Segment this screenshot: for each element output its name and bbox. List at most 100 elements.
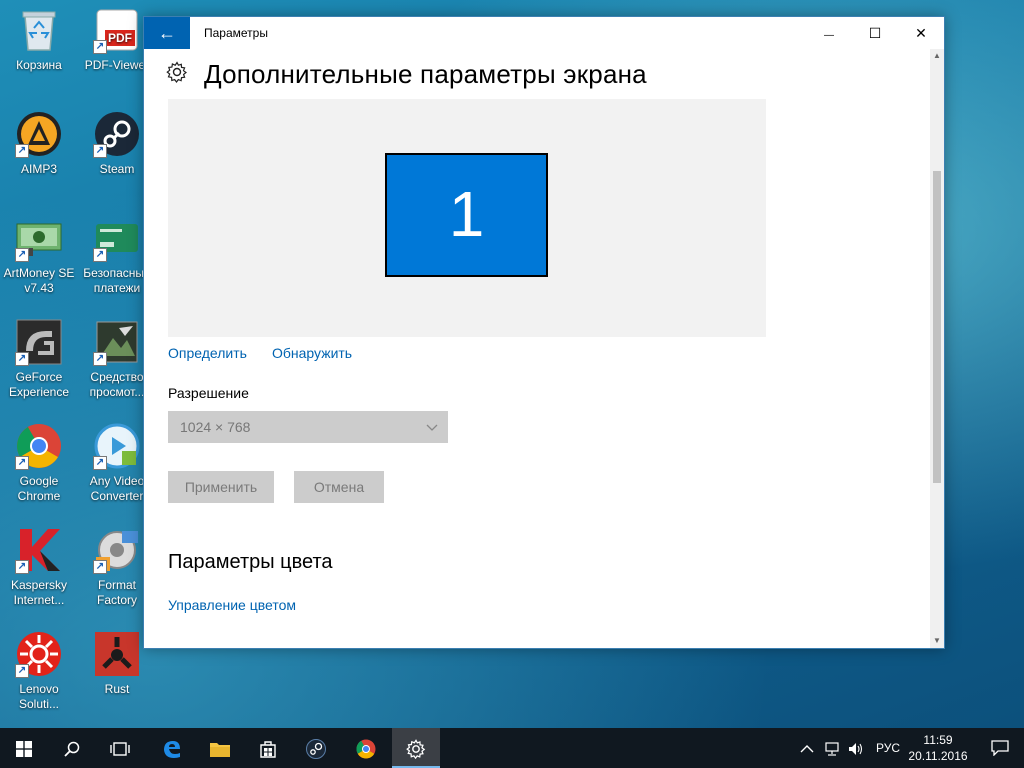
desktop-icon-label: Google Chrome — [17, 474, 61, 503]
desktop-icon-chrome[interactable]: ↗ Google Chrome — [0, 422, 78, 504]
desktop-icon-label: ArtMoney SE v7.43 — [3, 266, 75, 295]
shortcut-arrow-icon: ↗ — [15, 352, 29, 366]
store-icon — [260, 740, 276, 758]
volume-tray-icon[interactable] — [848, 728, 864, 768]
start-button[interactable] — [0, 728, 48, 768]
gear-icon — [166, 60, 188, 89]
task-view-button[interactable] — [96, 728, 144, 768]
scroll-up-icon[interactable]: ▲ — [930, 49, 944, 63]
shortcut-arrow-icon: ↗ — [93, 456, 107, 470]
search-button[interactable] — [48, 728, 96, 768]
back-button[interactable]: ← — [144, 17, 190, 49]
taskbar-settings[interactable] — [392, 728, 440, 768]
clock-time: 11:59 — [923, 733, 953, 747]
taskbar-chrome[interactable] — [342, 728, 390, 768]
edge-icon — [164, 740, 180, 758]
shortcut-arrow-icon: ↗ — [15, 248, 29, 262]
steam-icon — [306, 738, 326, 759]
desktop-icon-label: Lenovo Soluti... — [18, 682, 60, 711]
pdf-icon: PDF ↗ — [93, 6, 141, 54]
scrollbar[interactable]: ▲ ▼ — [930, 49, 944, 648]
shortcut-arrow-icon: ↗ — [15, 560, 29, 574]
desktop-icon-label: AIMP3 — [20, 162, 57, 176]
shortcut-arrow-icon: ↗ — [93, 248, 107, 262]
cancel-button[interactable]: Отмена — [294, 471, 384, 503]
window-title: Параметры — [204, 26, 268, 40]
apply-button[interactable]: Применить — [168, 471, 274, 503]
recycle-bin-icon — [15, 6, 63, 54]
desktop-icon-label: Корзина — [16, 58, 62, 72]
language-indicator[interactable]: РУС — [876, 728, 900, 768]
gear-icon — [406, 738, 426, 759]
apply-button-label: Применить — [184, 479, 258, 495]
artmoney-icon: ↗ — [15, 214, 63, 262]
viewer-icon: ↗ — [93, 318, 141, 366]
format-factory-icon: ↗ — [93, 526, 141, 574]
minimize-button[interactable]: — — [806, 17, 852, 49]
shortcut-arrow-icon: ↗ — [93, 560, 107, 574]
search-icon — [64, 741, 80, 757]
maximize-icon: ☐ — [868, 25, 882, 41]
desktop-icon-recycle-bin[interactable]: Корзина — [0, 6, 78, 73]
identify-link[interactable]: Определить — [168, 345, 247, 361]
shortcut-arrow-icon: ↗ — [93, 40, 107, 54]
scroll-down-icon[interactable]: ▼ — [930, 634, 944, 648]
rust-icon — [93, 630, 141, 678]
action-center-button[interactable] — [976, 728, 1024, 768]
safe-payments-icon: ↗ — [93, 214, 141, 262]
resolution-dropdown[interactable]: 1024 × 768 — [168, 411, 448, 443]
lenovo-icon: ↗ — [15, 630, 63, 678]
cancel-button-label: Отмена — [313, 479, 365, 495]
taskbar: РУС 11:59 20.11.2016 — [0, 728, 1024, 768]
monitor-1[interactable]: 1 — [385, 153, 548, 277]
speaker-icon — [849, 742, 863, 755]
desktop-icon-kaspersky[interactable]: ↗ Kaspersky Internet... — [0, 526, 78, 608]
desktop-icon-aimp3[interactable]: ↗ AIMP3 — [0, 110, 78, 177]
color-section-title: Параметры цвета — [168, 551, 333, 573]
color-management-link[interactable]: Управление цветом — [168, 597, 296, 613]
clock-date: 20.11.2016 — [908, 749, 968, 763]
video-converter-icon: ↗ — [93, 422, 141, 470]
folder-icon — [210, 742, 230, 757]
notification-icon — [991, 740, 1009, 757]
shortcut-arrow-icon: ↗ — [93, 144, 107, 158]
back-arrow-icon: ← — [158, 23, 176, 43]
page-header: Дополнительные параметры экрана — [166, 59, 647, 90]
resolution-label: Разрешение — [168, 385, 249, 401]
desktop-icon-artmoney[interactable]: ↗ ArtMoney SE v7.43 — [0, 214, 78, 296]
detect-link[interactable]: Обнаружить — [272, 345, 352, 361]
chrome-icon — [356, 739, 376, 759]
minimize-icon: — — [824, 30, 834, 41]
desktop-icon-geforce[interactable]: ↗ GeForce Experience — [0, 318, 78, 400]
steam-icon: ↗ — [93, 110, 141, 158]
title-bar[interactable]: ← Параметры — ☐ ✕ — [144, 17, 944, 49]
clock[interactable]: 11:59 20.11.2016 — [902, 732, 974, 764]
taskbar-file-explorer[interactable] — [196, 728, 244, 768]
taskbar-steam[interactable] — [292, 728, 340, 768]
network-tray-icon[interactable] — [824, 728, 840, 768]
desktop-icon-lenovo[interactable]: ↗ Lenovo Soluti... — [0, 630, 78, 712]
geforce-icon: ↗ — [15, 318, 63, 366]
page-title: Дополнительные параметры экрана — [204, 59, 647, 89]
desktop-icon-label: Rust — [104, 682, 130, 696]
resolution-value: 1024 × 768 — [180, 419, 251, 435]
settings-window: ← Параметры — ☐ ✕ Дополнительные парамет… — [143, 16, 945, 649]
desktop-icon-label: GeForce Experience — [8, 370, 70, 399]
show-hidden-icons-button[interactable] — [800, 728, 814, 768]
settings-content: Дополнительные параметры экрана 1 Опреде… — [144, 49, 930, 648]
chevron-up-icon — [800, 744, 814, 753]
windows-logo-icon — [16, 740, 32, 757]
maximize-button[interactable]: ☐ — [852, 17, 898, 49]
desktop-icon-label: Kaspersky Internet... — [10, 578, 68, 607]
taskbar-store[interactable] — [244, 728, 292, 768]
shortcut-arrow-icon: ↗ — [15, 144, 29, 158]
kaspersky-icon: ↗ — [15, 526, 63, 574]
display-arrangement-area: 1 — [168, 99, 766, 337]
taskbar-edge[interactable] — [148, 728, 196, 768]
chevron-down-icon — [426, 411, 438, 443]
monitor-number: 1 — [448, 178, 485, 250]
scroll-thumb[interactable] — [933, 171, 941, 483]
close-icon: ✕ — [915, 25, 927, 41]
close-button[interactable]: ✕ — [898, 17, 944, 49]
shortcut-arrow-icon: ↗ — [15, 456, 29, 470]
